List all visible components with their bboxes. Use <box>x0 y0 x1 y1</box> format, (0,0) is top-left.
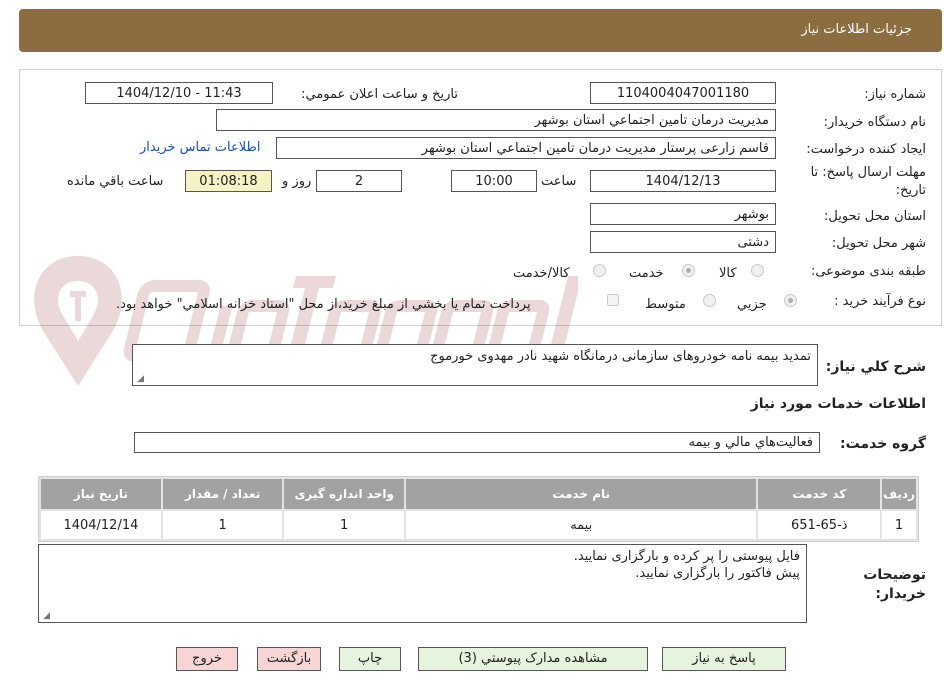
category-goods-label: کالا <box>719 266 737 281</box>
service-group-label: گروه خدمت: <box>840 436 926 452</box>
treasury-payment-checkbox[interactable] <box>607 294 619 306</box>
reply-button[interactable]: پاسخ به نياز <box>662 647 786 671</box>
announce-datetime-label: تاريخ و ساعت اعلان عمومي: <box>301 87 458 102</box>
delivery-province-field[interactable]: بوشهر <box>590 203 776 225</box>
deadline-time-field[interactable]: 10:00 <box>451 170 537 192</box>
buyer-org-label: نام دستگاه خريدار: <box>823 115 926 130</box>
column-header-service-code: کد خدمت <box>758 479 881 509</box>
cell-row-number: 1 <box>882 511 916 539</box>
category-goods-service-label: کالا/خدمت <box>513 266 570 281</box>
column-header-quantity: تعداد / مقدار <box>162 479 283 509</box>
delivery-city-label: شهر محل تحويل: <box>831 236 926 251</box>
category-service-label: خدمت <box>629 266 664 281</box>
category-label: طبقه بندی موضوعی: <box>810 264 926 279</box>
buyer-notes-textarea[interactable]: فایل پیوستی را پر کرده و بارگزاری نمایید… <box>38 544 807 623</box>
page-title: جزئيات اطلاعات نياز <box>801 22 912 37</box>
table-header-row: رديف کد خدمت نام خدمت واحد اندازه گيری ت… <box>41 479 916 509</box>
buyer-notes-label: توضيحات <box>863 567 926 583</box>
days-remaining-field[interactable]: 2 <box>316 170 402 192</box>
buyer-contact-link[interactable]: اطلاعات تماس خريدار <box>140 140 260 155</box>
buyer-org-field[interactable]: مديريت درمان تامين اجتماعي استان بوشهر <box>216 109 776 131</box>
process-medium-label: متوسط <box>645 297 686 312</box>
deadline-label-date: تاريخ: <box>895 183 926 198</box>
buyer-notes-line-2: پیش فاکتور را بارگزاری نمایید. <box>635 566 800 581</box>
category-service-radio[interactable] <box>682 264 695 277</box>
delivery-city-field[interactable]: دشتی <box>590 231 776 253</box>
cell-need-date: 1404/12/14 <box>41 511 161 539</box>
announce-datetime-field[interactable]: 1404/12/10 - 11:43 <box>85 82 273 104</box>
buyer-notes-label-2: خريدار: <box>875 586 926 602</box>
treasury-payment-note: پرداخت تمام يا بخشي از مبلغ خريد،از محل … <box>116 297 531 312</box>
back-button[interactable]: بازگشت <box>257 647 321 671</box>
remaining-time-field[interactable]: 01:08:18 <box>185 170 272 192</box>
resize-handle-icon[interactable]: ◢ <box>136 375 144 384</box>
deadline-time-label: ساعت <box>541 174 577 189</box>
buyer-notes-line-1: فایل پیوستی را پر کرده و بارگزاری نمایید… <box>573 549 800 564</box>
page-header: جزئيات اطلاعات نياز <box>19 9 942 52</box>
request-creator-label: ايجاد کننده درخواست: <box>806 142 926 157</box>
description-text: تمدید بیمه نامه خودروهای سازمانی درمانگا… <box>430 349 811 364</box>
cell-service-code: ذ-65-651 <box>758 511 881 539</box>
exit-button[interactable]: خروج <box>176 647 238 671</box>
column-header-unit: واحد اندازه گيری <box>284 479 404 509</box>
description-textarea[interactable]: تمدید بیمه نامه خودروهای سازمانی درمانگا… <box>132 344 818 386</box>
days-label: روز و <box>282 174 312 189</box>
category-goods-service-radio[interactable] <box>593 264 606 277</box>
column-header-service-name: نام خدمت <box>405 479 757 509</box>
need-info-panel <box>19 69 942 326</box>
delivery-province-label: استان محل تحويل: <box>824 209 926 224</box>
deadline-label: مهلت ارسال پاسخ: تا <box>810 165 926 180</box>
table-row[interactable]: 1 ذ-65-651 بيمه 1 1 1404/12/14 <box>41 511 916 539</box>
category-goods-radio[interactable] <box>751 264 764 277</box>
deadline-date-field[interactable]: 1404/12/13 <box>590 170 776 192</box>
description-label: شرح کلي نياز: <box>825 359 926 375</box>
view-attachments-button[interactable]: مشاهده مدارک پيوستي (3) <box>418 647 648 671</box>
remaining-time-label: ساعت باقي مانده <box>67 174 164 189</box>
cell-unit: 1 <box>284 511 404 539</box>
column-header-row-number: رديف <box>882 479 916 509</box>
cell-service-name: بيمه <box>405 511 757 539</box>
need-number-label: شماره نياز: <box>864 87 926 102</box>
need-number-field[interactable]: 1104004047001180 <box>590 82 776 104</box>
print-button[interactable]: چاپ <box>339 647 401 671</box>
resize-handle-icon[interactable]: ◢ <box>42 612 50 621</box>
services-table: رديف کد خدمت نام خدمت واحد اندازه گيری ت… <box>38 476 919 542</box>
column-header-need-date: تاريخ نياز <box>41 479 161 509</box>
process-minor-radio[interactable] <box>784 294 797 307</box>
request-creator-field[interactable]: قاسم زارعی پرستار مديريت درمان تامين اجت… <box>276 137 776 159</box>
services-section-title: اطلاعات خدمات مورد نياز <box>750 396 926 412</box>
process-medium-radio[interactable] <box>703 294 716 307</box>
service-group-field[interactable]: فعاليت‌هاي مالي و بيمه <box>134 432 820 453</box>
process-minor-label: جزيي <box>737 297 767 312</box>
cell-quantity: 1 <box>162 511 283 539</box>
process-type-label: نوع فرآيند خريد : <box>834 294 926 309</box>
